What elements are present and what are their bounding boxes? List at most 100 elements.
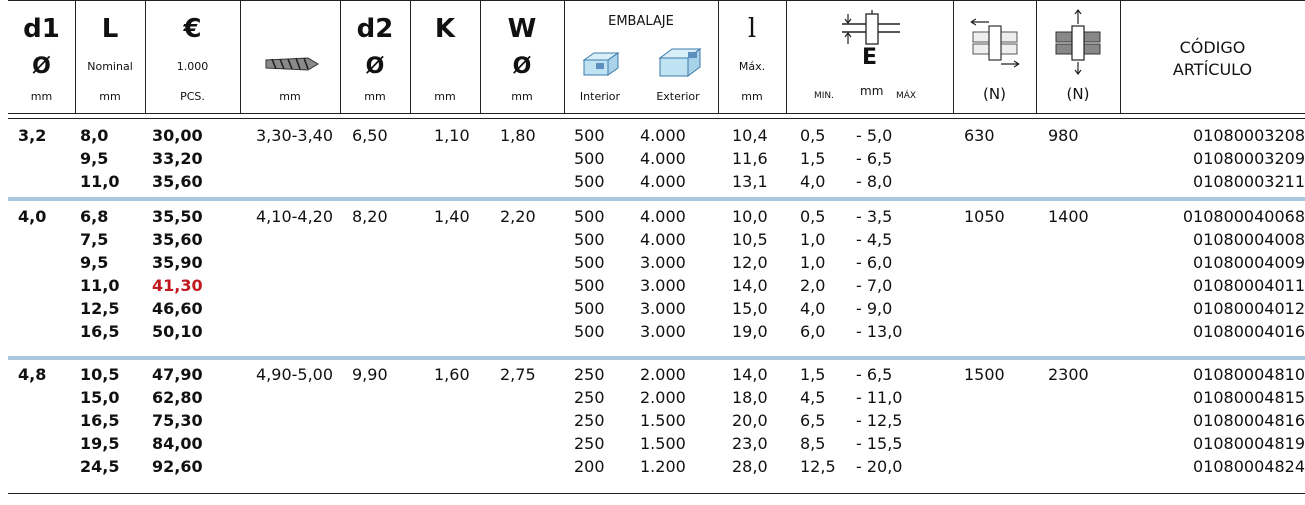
cell-ext: 3.000 [640, 299, 686, 318]
exterior-label: Exterior [656, 90, 700, 103]
cell-emax: - 8,0 [856, 172, 893, 191]
cell-emin: 6,5 [800, 411, 826, 430]
cell-price: 35,60 [152, 230, 203, 249]
cell-l: 13,1 [732, 172, 768, 191]
table-row: 9,5 33,20 500 4.000 11,6 1,5 - 6,5 01080003209 [8, 147, 1305, 170]
table-row: 24,5 92,60 200 1.200 28,0 12,5 - 20,0 010800048… [8, 455, 1305, 478]
cell-drill: 4,10-4,20 [256, 207, 334, 226]
cell-code: 01080004824 [1193, 457, 1305, 476]
cell-l: 28,0 [732, 457, 768, 476]
header-packaging: EMBALAJE Interior Exterior [564, 0, 718, 114]
cell-emin: 1,5 [800, 149, 826, 168]
cell-ext: 1.200 [640, 457, 686, 476]
table-row: 11,0 41,30 500 3.000 14,0 2,0 - 7,0 01080004011 [8, 274, 1305, 297]
cell-W: 2,20 [500, 207, 536, 226]
cell-L: 8,0 [80, 126, 109, 145]
cell-emax: - 20,0 [856, 457, 903, 476]
cell-price: 50,10 [152, 322, 203, 341]
cell-emin: 2,0 [800, 276, 826, 295]
table-row: 4,0 6,8 35,50 4,10-4,20 8,20 1,40 2,20 500 4.000… [8, 205, 1305, 228]
cell-price: 47,90 [152, 365, 203, 384]
cell-l: 20,0 [732, 411, 768, 430]
cell-l: 10,4 [732, 126, 768, 145]
cell-emax: - 4,5 [856, 230, 893, 249]
header-length: L Nominal mm [75, 0, 145, 114]
cell-emax: - 11,0 [856, 388, 903, 407]
interior-label: Interior [579, 90, 621, 103]
cell-emax: - 12,5 [856, 411, 903, 430]
cell-L: 16,5 [80, 322, 120, 341]
table-row: 7,5 35,60 500 4.000 10,5 1,0 - 4,5 01080004008 [8, 228, 1305, 251]
cell-l: 14,0 [732, 365, 768, 384]
cell-price: 33,20 [152, 149, 203, 168]
shear-force-icon [970, 18, 1020, 68]
cell-int: 250 [574, 388, 605, 407]
table-row: 16,5 75,30 250 1.500 20,0 6,5 - 12,5 0108000481… [8, 409, 1305, 432]
bottom-rule [8, 493, 1305, 494]
cell-l: 10,5 [732, 230, 768, 249]
header-w: W Ø mm [480, 0, 564, 114]
cell-int: 250 [574, 411, 605, 430]
min-label: MIN. [814, 91, 835, 101]
cell-shear: 630 [964, 126, 995, 145]
length-label: L [101, 14, 119, 44]
unit-label: mm [99, 90, 121, 103]
unit-label: mm [860, 84, 884, 98]
cell-K: 1,10 [434, 126, 470, 145]
cell-code: 01080004008 [1193, 230, 1305, 249]
cell-emax: - 15,5 [856, 434, 903, 453]
cell-int: 500 [574, 230, 605, 249]
cell-emax: - 5,0 [856, 126, 893, 145]
cell-l: 10,0 [732, 207, 768, 226]
unit-label: mm [511, 90, 533, 103]
d1-label: d1 [23, 14, 60, 44]
cell-int: 250 [574, 365, 605, 384]
cell-code: 01080004009 [1193, 253, 1305, 272]
cell-price: 30,00 [152, 126, 203, 145]
table-row: 4,8 10,5 47,90 4,90-5,00 9,90 1,60 2,75 250 2.00… [8, 363, 1305, 386]
cell-int: 500 [574, 299, 605, 318]
code-label-line1: CÓDIGO [1179, 38, 1246, 57]
diameter-symbol: Ø [32, 54, 51, 79]
cell-L: 9,5 [80, 253, 109, 272]
cell-d2: 9,90 [352, 365, 388, 384]
cell-code: 01080004012 [1193, 299, 1305, 318]
nominal-label: Nominal [87, 60, 133, 73]
header-k: K mm [410, 0, 480, 114]
cell-L: 19,5 [80, 434, 120, 453]
euro-label: € [183, 14, 202, 44]
unit-label: mm [30, 90, 53, 103]
cell-price: 46,60 [152, 299, 203, 318]
cell-l: 23,0 [732, 434, 768, 453]
header-code: CÓDIGO ARTÍCULO [1120, 0, 1305, 114]
cell-d2: 8,20 [352, 207, 388, 226]
cell-emin: 0,5 [800, 126, 826, 145]
header-tensile: (N) [1036, 0, 1120, 114]
table-row: 3,2 8,0 30,00 3,30-3,40 6,50 1,10 1,80 500 4.000… [8, 124, 1305, 147]
pcs-label: PCS. [180, 90, 205, 103]
cell-code: 01080004810 [1193, 365, 1305, 384]
unit-label: mm [279, 90, 301, 103]
box-exterior-icon [658, 48, 702, 77]
cell-emax: - 6,5 [856, 149, 893, 168]
cell-L: 12,5 [80, 299, 120, 318]
cell-shear: 1500 [964, 365, 1005, 384]
cell-code: 01080003208 [1193, 126, 1305, 145]
max-label: Máx. [738, 60, 766, 73]
cell-emin: 4,0 [800, 299, 826, 318]
cell-L: 7,5 [80, 230, 109, 249]
cell-int: 500 [574, 149, 605, 168]
cell-L: 11,0 [80, 276, 120, 295]
cell-tensile: 2300 [1048, 365, 1089, 384]
cell-int: 500 [574, 322, 605, 341]
packaging-label: EMBALAJE [608, 14, 674, 29]
cell-ext: 3.000 [640, 276, 686, 295]
cell-int: 500 [574, 207, 605, 226]
cell-d2: 6,50 [352, 126, 388, 145]
cell-L: 15,0 [80, 388, 120, 407]
cell-emin: 8,5 [800, 434, 826, 453]
cell-ext: 2.000 [640, 365, 686, 384]
diameter-symbol: Ø [512, 54, 532, 79]
table-row: 15,0 62,80 250 2.000 18,0 4,5 - 11,0 0108000481… [8, 386, 1305, 409]
cell-price: 35,90 [152, 253, 203, 272]
